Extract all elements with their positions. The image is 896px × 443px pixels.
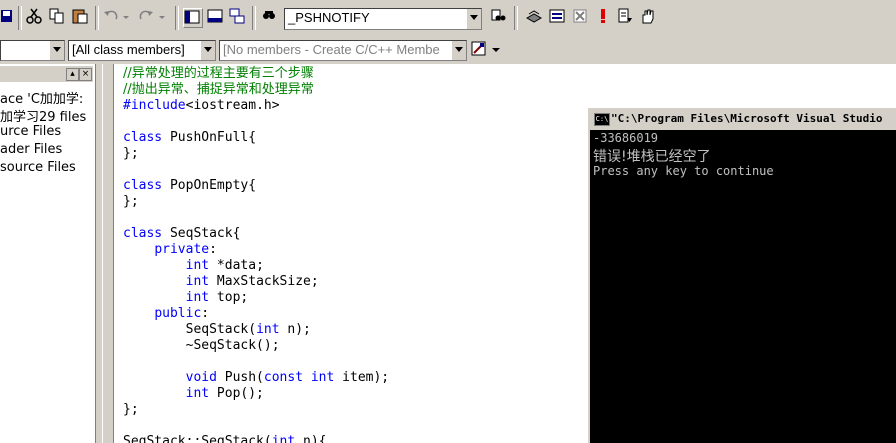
code-line: SeqStack(int n); (123, 322, 311, 337)
console-title: "C:\Program Files\Microsoft Visual Studi… (611, 112, 883, 125)
redo-dropdown-icon[interactable] (157, 8, 167, 26)
chevron-down-icon[interactable] (451, 41, 466, 60)
breakpoint-hand-icon[interactable] (640, 8, 658, 26)
close-panel-icon[interactable]: × (79, 68, 92, 81)
wizard-action-dropdown-icon[interactable] (490, 41, 502, 59)
chevron-down-icon[interactable] (200, 41, 215, 60)
stop-build-icon[interactable] (572, 8, 590, 26)
find-combo[interactable]: _PSHNOTIFY (284, 8, 482, 30)
cut-icon[interactable] (26, 8, 44, 26)
filter-combo[interactable]: [All class members] (68, 40, 216, 61)
toolbar-separator (18, 6, 22, 30)
code-line: //异常处理的过程主要有三个步骤 (123, 66, 314, 81)
code-line: void Push(const int item); (123, 370, 390, 385)
wizard-action-icon[interactable] (471, 41, 489, 59)
code-line: #include<iostream.h> (123, 98, 280, 113)
output-window-icon[interactable] (207, 8, 225, 26)
compile-icon[interactable] (525, 8, 544, 26)
code-line: int Pop(); (123, 386, 264, 401)
chevron-down-icon[interactable] (49, 41, 64, 60)
code-line: int *data; (185, 258, 264, 273)
editor-gutter (103, 64, 114, 443)
code-line: //抛出异常、捕捉异常和处理异常 (123, 82, 314, 97)
find-icon[interactable] (490, 8, 508, 26)
maximize-panel-icon[interactable]: ▴ (66, 68, 79, 81)
console-titlebar[interactable]: C:\ "C:\Program Files\Microsoft Visual S… (590, 108, 896, 130)
workspace-toggle-icon[interactable] (183, 8, 203, 28)
redo-icon[interactable] (138, 8, 156, 26)
members-combo[interactable]: [No members - Create C/C++ Membe (219, 40, 467, 61)
toolbar-separator (514, 6, 518, 30)
chevron-down-icon[interactable] (466, 9, 481, 29)
workspace-header: ▴ × (0, 66, 93, 82)
tree-item-source-files[interactable]: urce Files (0, 124, 61, 139)
toolbar-separator (175, 6, 179, 30)
window-list-icon[interactable] (229, 8, 247, 26)
find-in-files-icon[interactable] (261, 8, 279, 26)
tree-item-project[interactable]: 加学习29 files (0, 106, 86, 125)
code-line: int MaxStackSize; (185, 274, 319, 289)
wizard-bar: [All class members] [No members - Create… (0, 38, 896, 65)
console-icon: C:\ (594, 113, 610, 126)
code-line: class PopOnEmpty{ (123, 178, 257, 193)
go-icon[interactable] (617, 8, 635, 26)
tree-item-resource-files[interactable]: source Files (0, 160, 76, 175)
code-line: class PushOnFull{ (123, 130, 257, 145)
paste-icon[interactable] (72, 8, 90, 26)
class-combo[interactable] (0, 40, 65, 61)
toolbar-separator (95, 6, 99, 30)
tree-item-workspace[interactable]: ace 'C加加学: (0, 88, 83, 107)
code-line: }; (123, 146, 139, 161)
copy-icon[interactable] (49, 8, 67, 26)
undo-dropdown-icon[interactable] (121, 8, 131, 26)
execute-icon[interactable] (597, 8, 609, 26)
code-line: class SeqStack{ (123, 226, 241, 241)
code-line: public: (154, 306, 210, 321)
code-line: SeqStack::SeqStack(int n){ (123, 434, 327, 443)
console-line: 错误!堆栈已经空了 (593, 149, 711, 165)
code-line: private: (154, 242, 217, 257)
build-icon[interactable] (549, 8, 567, 26)
panel-splitter[interactable] (95, 64, 103, 443)
tree-item-header-files[interactable]: ader Files (0, 142, 62, 157)
code-line: }; (123, 194, 139, 209)
save-all-icon[interactable] (0, 8, 18, 26)
filter-combo-value: [All class members] (72, 42, 185, 57)
code-line: ~SeqStack(); (123, 338, 280, 353)
console-line: Press any key to continue (593, 164, 774, 178)
find-combo-value: _PSHNOTIFY (288, 10, 370, 25)
code-line: }; (123, 402, 139, 417)
console-line: -33686019 (593, 131, 659, 145)
code-line: int top; (185, 290, 249, 305)
members-combo-value: [No members - Create C/C++ Membe (223, 42, 440, 57)
undo-icon[interactable] (103, 8, 121, 26)
toolbar-separator (252, 6, 256, 30)
standard-toolbar: _PSHNOTIFY (0, 0, 896, 39)
